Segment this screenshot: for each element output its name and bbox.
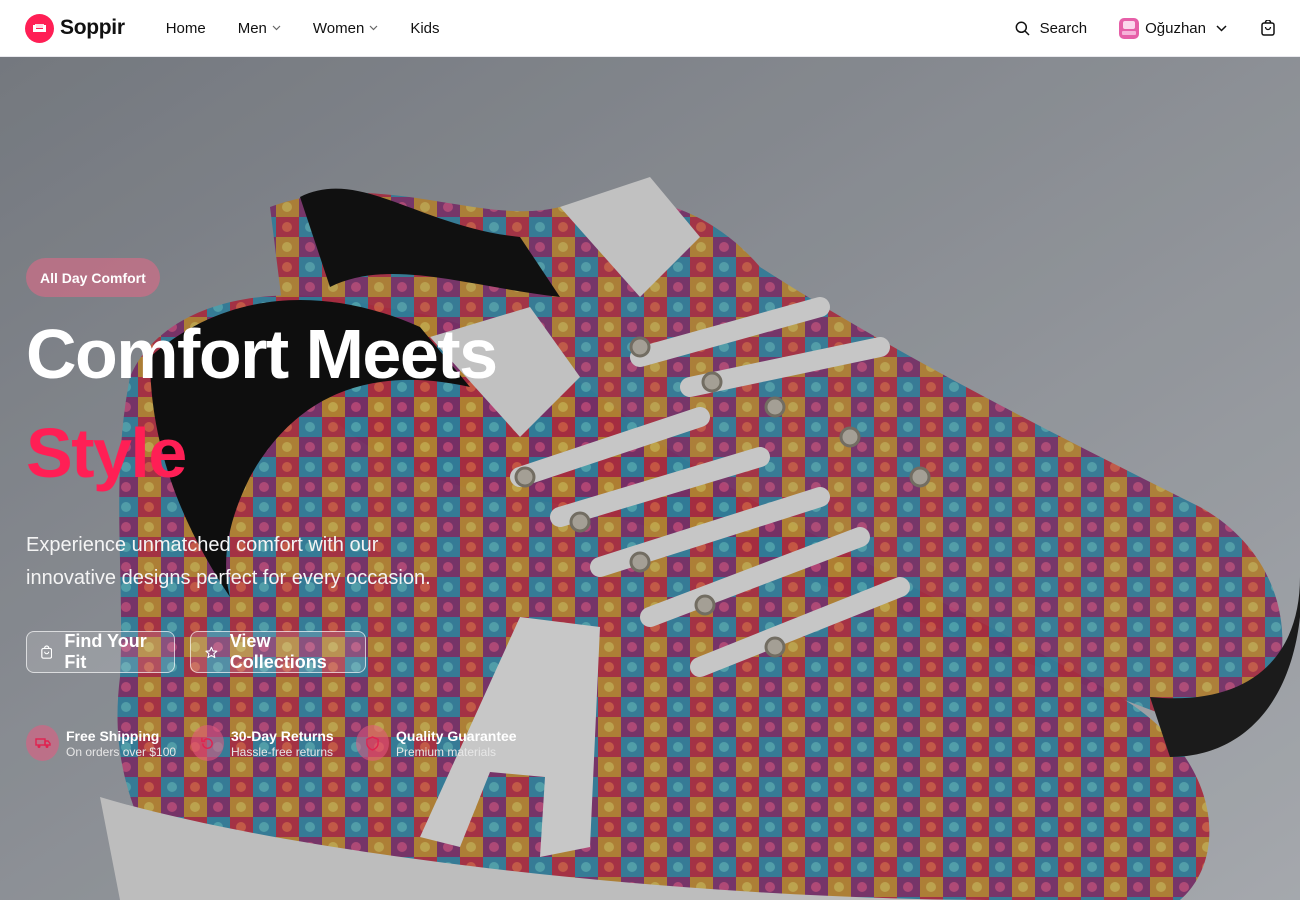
return-icon: [191, 725, 224, 761]
avatar: [1119, 17, 1140, 39]
button-label: Find Your Fit: [64, 631, 147, 672]
nav-item-label: Kids: [410, 19, 440, 37]
search-button[interactable]: Search: [1015, 19, 1088, 37]
feature-title: Quality Guarantee: [396, 727, 517, 744]
chevron-down-icon: [1216, 24, 1227, 32]
feature-subtitle: Premium materials: [396, 744, 497, 759]
search-icon: [1015, 21, 1030, 36]
hero-overlay: [0, 57, 1300, 900]
nav-item-home[interactable]: Home: [166, 20, 206, 37]
cart-button[interactable]: [1261, 20, 1275, 36]
hero-headline-accent: Style: [26, 414, 187, 492]
button-label: View Collections: [229, 631, 327, 672]
hero-description: Experience unmatched comfort with our in…: [26, 534, 431, 589]
feature-text: 30-Day Returns Hassle-free returns: [231, 728, 334, 759]
feature-subtitle: On orders over $100: [66, 744, 177, 759]
hero-badge: All Day Comfort: [26, 258, 160, 297]
feature-quality: Quality Guarantee Premium materials: [356, 725, 517, 761]
find-your-fit-button[interactable]: Find Your Fit: [26, 631, 175, 673]
feature-text: Free Shipping On orders over $100: [66, 728, 176, 759]
feature-title: 30-Day Returns: [231, 727, 334, 744]
feature-title: Free Shipping: [66, 727, 160, 744]
shopping-bag-icon: [41, 644, 53, 659]
nav-item-label: Home: [165, 19, 206, 37]
nav-item-label: Men: [237, 19, 267, 37]
top-navbar: Soppir Home Men Women Kids Search Oğuzha…: [0, 0, 1300, 57]
feature-subtitle: Hassle-free returns: [231, 744, 334, 759]
view-collections-button[interactable]: View Collections: [190, 631, 366, 673]
user-menu-button[interactable]: Oğuzhan: [1119, 17, 1227, 39]
hero-section: All Day Comfort Comfort Meets Style Expe…: [0, 57, 1300, 900]
search-label: Search: [1039, 19, 1088, 37]
brand-name: Soppir: [60, 16, 125, 39]
shopping-bag-icon: [1261, 20, 1275, 36]
hero-headline: Comfort Meets: [26, 315, 498, 393]
star-icon: [205, 646, 218, 658]
shield-icon: [356, 725, 389, 761]
nav-actions: Search Oğuzhan: [1015, 17, 1275, 39]
user-name: Oğuzhan: [1145, 19, 1206, 37]
truck-icon: [26, 725, 59, 761]
feature-free-shipping: Free Shipping On orders over $100: [26, 725, 176, 761]
brand[interactable]: Soppir: [25, 13, 125, 43]
nav-item-women[interactable]: Women: [313, 20, 378, 37]
nav-item-kids[interactable]: Kids: [410, 20, 439, 37]
chevron-down-icon: [272, 25, 281, 31]
sofa-icon: [25, 13, 54, 43]
chevron-down-icon: [369, 25, 378, 31]
main-nav: Home Men Women Kids: [166, 20, 472, 37]
nav-item-men[interactable]: Men: [238, 20, 281, 37]
feature-returns: 30-Day Returns Hassle-free returns: [191, 725, 334, 761]
feature-text: Quality Guarantee Premium materials: [396, 728, 517, 759]
nav-item-label: Women: [312, 19, 365, 37]
